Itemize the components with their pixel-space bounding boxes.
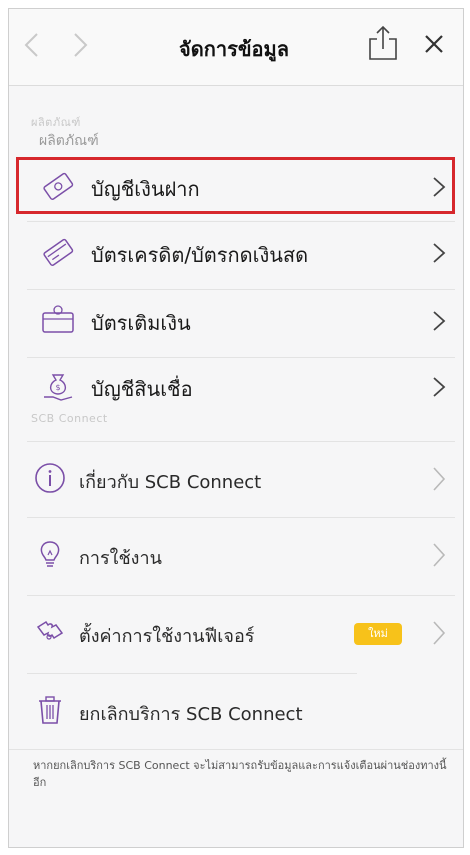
product-item-label: บัญชีสินเชื่อ <box>91 377 193 401</box>
close-icon[interactable] <box>421 31 447 57</box>
svg-text:$: $ <box>55 383 60 392</box>
menu-item-usage[interactable]: การใช้งาน <box>27 517 463 593</box>
selection-highlight <box>16 157 455 214</box>
info-icon <box>35 463 65 493</box>
menu-item-label: ตั้งค่าการใช้งานฟีเจอร์ <box>79 626 255 647</box>
chevron-right-icon <box>433 243 446 263</box>
new-badge: ใหม่ <box>354 623 402 645</box>
menu-item-label: เกี่ยวกับ SCB Connect <box>79 472 262 493</box>
chevron-right-icon <box>433 377 446 397</box>
share-icon[interactable] <box>368 25 398 61</box>
chevron-right-icon <box>433 467 446 491</box>
trash-icon <box>39 696 61 724</box>
menu-item-about[interactable]: เกี่ยวกับ SCB Connect <box>27 441 463 517</box>
page-title: จัดการข้อมูล <box>179 37 289 61</box>
product-item-prepaid[interactable]: บัตรเติมเงิน <box>27 289 457 353</box>
section-label-products: ผลิตภัณฑ์ <box>39 133 99 149</box>
back-arrow-icon[interactable] <box>19 31 47 59</box>
menu-item-label: ยกเลิกบริการ SCB Connect <box>79 704 303 725</box>
footer-note: หากยกเลิกบริการ SCB Connect จะไม่สามารถร… <box>33 759 447 789</box>
divider <box>9 749 463 750</box>
credit-card-icon <box>43 238 74 266</box>
section-ghost-label: SCB Connect <box>31 412 108 425</box>
loan-money-bag-icon: $ <box>44 374 73 401</box>
prepaid-card-icon <box>42 305 74 333</box>
menu-item-label: การใช้งาน <box>79 548 162 569</box>
puzzle-settings-icon <box>36 620 64 640</box>
menu-item-unsubscribe[interactable]: ยกเลิกบริการ SCB Connect <box>27 673 463 749</box>
chevron-right-icon <box>433 543 446 567</box>
product-item-label: บัตรเครดิต/บัตรกดเงินสด <box>91 243 309 267</box>
app-window: จัดการข้อมูล ผลิตภัณฑ์ ผลิตภัณฑ์ บัญชีเง… <box>8 8 464 848</box>
product-item-label: บัตรเติมเงิน <box>91 311 191 335</box>
lightbulb-icon <box>40 541 60 567</box>
product-item-credit-card[interactable]: บัตรเครดิต/บัตรกดเงินสด <box>27 221 457 285</box>
section-ghost-label: ผลิตภัณฑ์ <box>31 116 81 129</box>
chevron-right-icon <box>433 311 446 331</box>
chevron-right-icon <box>433 621 446 645</box>
product-item-loan[interactable]: $ บัญชีสินเชื่อ <box>27 355 457 419</box>
forward-arrow-icon[interactable] <box>65 31 93 59</box>
top-bar: จัดการข้อมูล <box>9 9 463 86</box>
